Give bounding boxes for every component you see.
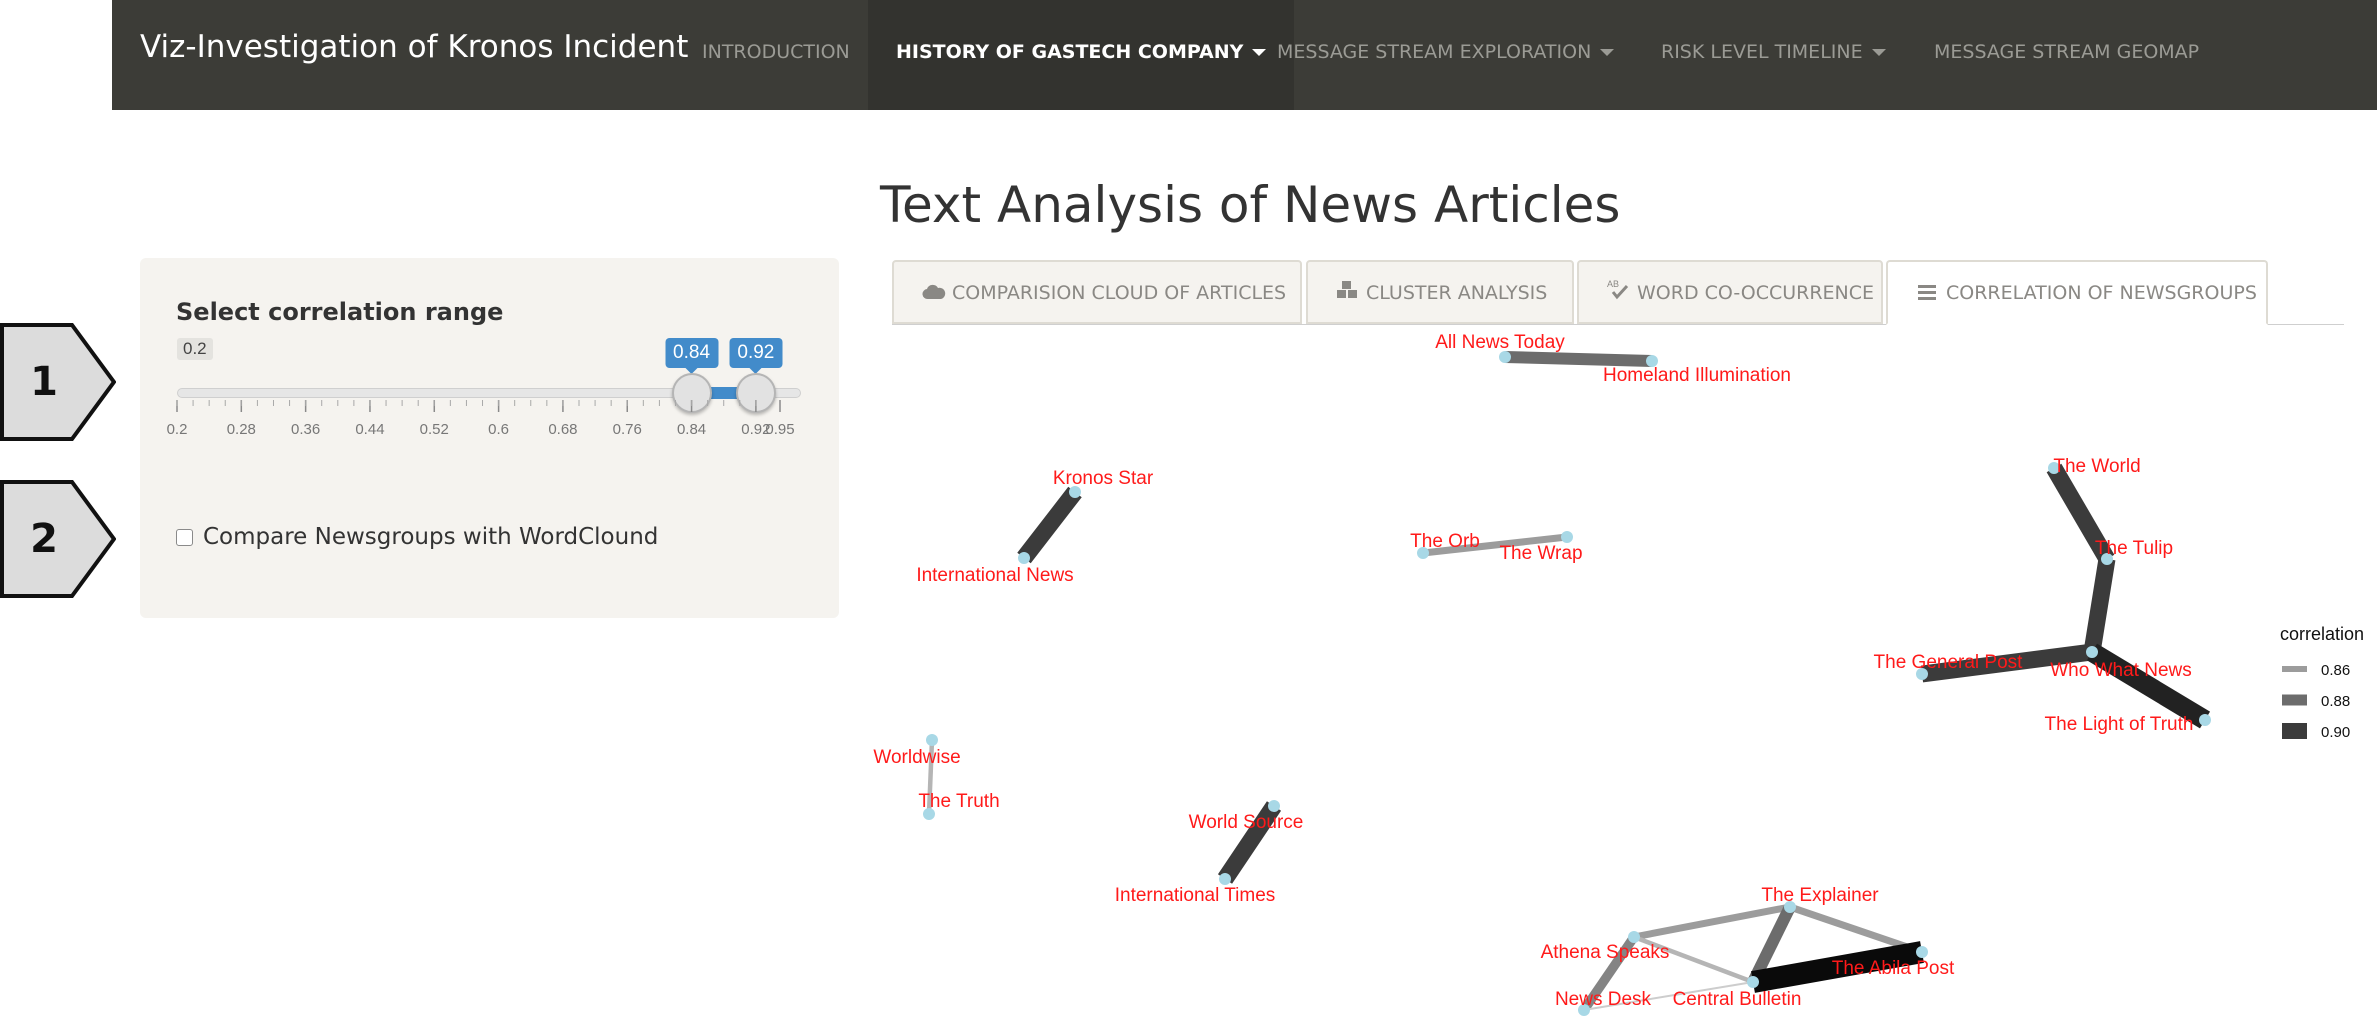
- node-layer: [923, 351, 2211, 1016]
- node-label: Athena Speaks: [1541, 942, 1670, 963]
- node-label: All News Today: [1435, 332, 1565, 353]
- network-edge: [1017, 486, 1082, 564]
- node-label: The Orb: [1410, 531, 1480, 552]
- network-edge: [1633, 903, 1791, 941]
- network-node[interactable]: [1747, 976, 1759, 988]
- node-label: The Wrap: [1499, 543, 1582, 564]
- node-label: The World: [2053, 456, 2140, 477]
- legend-label: 0.88: [2321, 693, 2350, 710]
- node-label: International News: [916, 565, 1073, 586]
- node-label: Central Bulletin: [1673, 989, 1802, 1010]
- network-edge: [2083, 557, 2116, 654]
- network-node[interactable]: [1219, 873, 1231, 885]
- network-node[interactable]: [1561, 531, 1573, 543]
- node-label: Who What News: [2050, 660, 2191, 681]
- node-label: The Abila Post: [1832, 958, 1955, 979]
- network-node[interactable]: [2086, 646, 2098, 658]
- edge-layer: [926, 351, 2211, 1013]
- legend-label: 0.90: [2321, 724, 2350, 741]
- network-node[interactable]: [926, 734, 938, 746]
- network-node[interactable]: [1916, 946, 1928, 958]
- node-label: News Desk: [1555, 989, 1652, 1010]
- network-node[interactable]: [2199, 714, 2211, 726]
- network-edge: [1504, 351, 1653, 367]
- node-label: The Truth: [918, 791, 999, 812]
- node-label: Homeland Illumination: [1603, 365, 1791, 386]
- node-label: Kronos Star: [1053, 468, 1154, 489]
- node-label: The General Post: [1874, 652, 2024, 673]
- node-label: The Light of Truth: [2045, 714, 2194, 735]
- correlation-network-graph: All News Today Homeland Illumination Krono…: [873, 332, 2350, 1016]
- correlation-legend: 0.86 0.88 0.90: [2282, 662, 2350, 741]
- legend-title: correlation: [2280, 624, 2365, 644]
- node-label: World Source: [1189, 812, 1304, 833]
- node-label: The Explainer: [1761, 885, 1879, 906]
- legend-label: 0.86: [2321, 662, 2350, 679]
- node-label: International Times: [1115, 885, 1276, 906]
- network-node[interactable]: [1018, 552, 1030, 564]
- node-label: The Tulip: [2095, 538, 2173, 559]
- node-label: Worldwise: [873, 747, 960, 768]
- network-node[interactable]: [1268, 800, 1280, 812]
